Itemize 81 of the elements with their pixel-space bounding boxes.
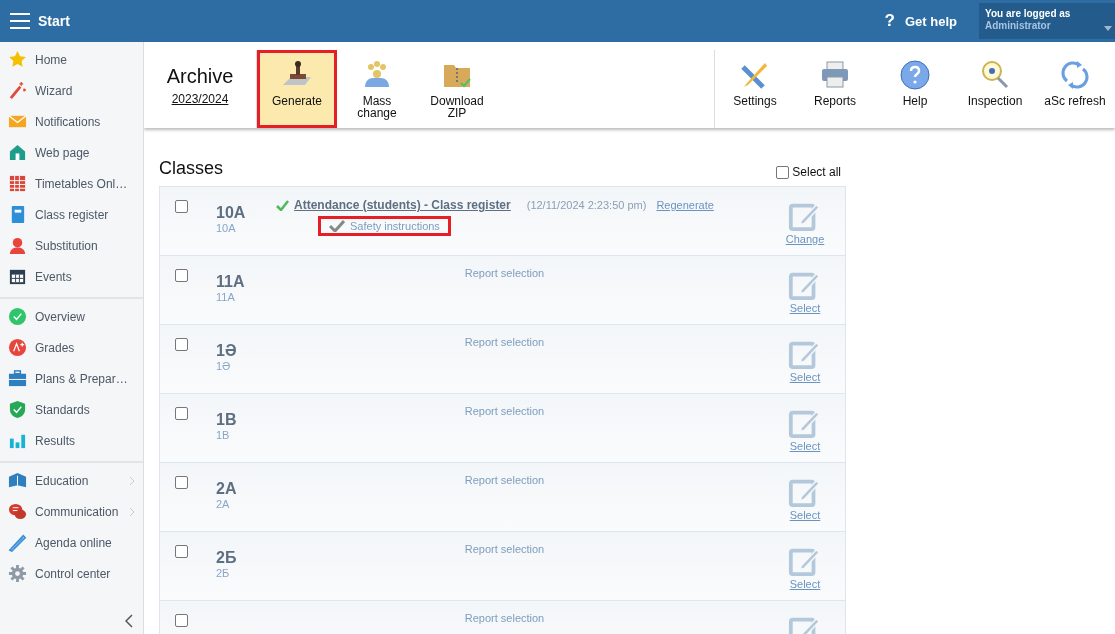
toolbar-button[interactable]: Help xyxy=(875,50,955,128)
sidebar-item[interactable]: Grades xyxy=(0,332,143,363)
class-code: 2A xyxy=(216,498,231,510)
shield-icon xyxy=(8,400,27,419)
person-icon xyxy=(8,236,27,255)
sidebar-item[interactable]: Plans & Prepar… xyxy=(0,363,143,394)
year-link[interactable]: 2023/2024 xyxy=(171,92,229,106)
select-all-checkbox[interactable]: Select all xyxy=(776,165,841,179)
chevron-right-icon xyxy=(129,506,135,517)
row-checkbox[interactable] xyxy=(175,338,188,351)
sidebar-item[interactable]: Class register xyxy=(0,199,143,230)
row-checkbox[interactable] xyxy=(175,200,188,213)
briefcase-icon xyxy=(8,369,27,388)
calendar-icon xyxy=(8,267,27,286)
toolbar-button[interactable]: Download ZIP xyxy=(417,50,497,128)
menu-icon xyxy=(10,13,30,29)
sidebar-item[interactable]: Agenda online xyxy=(0,527,143,558)
check-icon xyxy=(276,199,289,211)
sidebar-item[interactable]: Web page xyxy=(0,137,143,168)
sidebar-item[interactable]: Timetables Onl… xyxy=(0,168,143,199)
class-code: 1B xyxy=(216,429,231,441)
class-name: 2Б xyxy=(216,549,238,567)
book-icon xyxy=(8,471,27,490)
refresh-icon xyxy=(1059,59,1091,91)
toolbar-button[interactable]: Settings xyxy=(715,50,795,128)
gear-icon xyxy=(8,564,27,583)
class-name: 1Ə xyxy=(216,342,238,360)
sidebar-item[interactable]: Overview xyxy=(0,301,143,332)
printer-icon xyxy=(819,59,851,91)
sidebar-item[interactable]: Communication xyxy=(0,496,143,527)
sidebar-item[interactable]: Events xyxy=(0,261,143,292)
get-help-link[interactable]: Get help xyxy=(905,13,957,29)
sidebar-item[interactable]: Education xyxy=(0,465,143,496)
class-code: 10A xyxy=(216,222,237,234)
sidebar-item[interactable]: Substitution xyxy=(0,230,143,261)
user-name: Administrator xyxy=(985,20,1052,31)
check-circle-icon xyxy=(8,307,27,326)
class-code: 1Ə xyxy=(216,360,232,372)
grade-circle-icon xyxy=(8,338,27,357)
help-icon[interactable]: ? xyxy=(884,11,895,31)
house-icon xyxy=(8,143,27,162)
start-title[interactable]: Start xyxy=(38,13,70,29)
toolbar-button[interactable]: Generate xyxy=(257,50,337,128)
sidebar-item[interactable]: Wizard xyxy=(0,75,143,106)
class-name: 10A xyxy=(216,204,247,222)
toolbar-button[interactable]: Reports xyxy=(795,50,875,128)
section-title: Classes xyxy=(159,158,224,179)
question-circle-icon xyxy=(899,59,931,91)
check-icon xyxy=(329,220,345,232)
row-checkbox[interactable] xyxy=(175,407,188,420)
row-checkbox[interactable] xyxy=(175,614,188,627)
report-timestamp: (12/11/2024 2:23:50 pm) xyxy=(526,199,647,211)
toolbar-button[interactable]: aSc refresh xyxy=(1035,50,1115,128)
star-icon xyxy=(8,50,27,69)
class-name: 2A xyxy=(216,480,238,498)
sidebar-item[interactable]: Standards xyxy=(0,394,143,425)
user-caption: You are logged as xyxy=(985,8,1072,19)
row-checkbox[interactable] xyxy=(175,269,188,282)
user-menu[interactable]: You are logged as Administrator xyxy=(979,3,1115,39)
row-checkbox[interactable] xyxy=(175,476,188,489)
sidebar-item[interactable]: Results xyxy=(0,425,143,456)
toolbar-button[interactable]: Mass change xyxy=(337,50,417,128)
sidebar-item[interactable]: Home xyxy=(0,44,143,75)
sidebar-item[interactable]: Notifications xyxy=(0,106,143,137)
toolbar-button[interactable]: Inspection xyxy=(955,50,1035,128)
chevron-right-icon xyxy=(129,475,135,486)
pen-icon xyxy=(8,533,27,552)
sidebar-item[interactable]: Control center xyxy=(0,558,143,589)
class-code: 2Б xyxy=(216,567,231,579)
calendar-icon xyxy=(8,174,27,193)
caret-icon xyxy=(1104,26,1112,31)
page-title: Archive xyxy=(166,65,234,88)
class-name: 11A xyxy=(216,273,246,291)
chat-icon xyxy=(8,502,27,521)
magnifier-eye-icon xyxy=(979,59,1011,91)
magic-wand-icon xyxy=(8,81,27,100)
row-checkbox[interactable] xyxy=(175,545,188,558)
chevron-left-icon[interactable] xyxy=(125,614,133,628)
report-link[interactable]: Attendance (students) - Class register xyxy=(294,198,511,212)
class-code: 11A xyxy=(216,291,236,303)
class-name: 1B xyxy=(216,411,238,429)
